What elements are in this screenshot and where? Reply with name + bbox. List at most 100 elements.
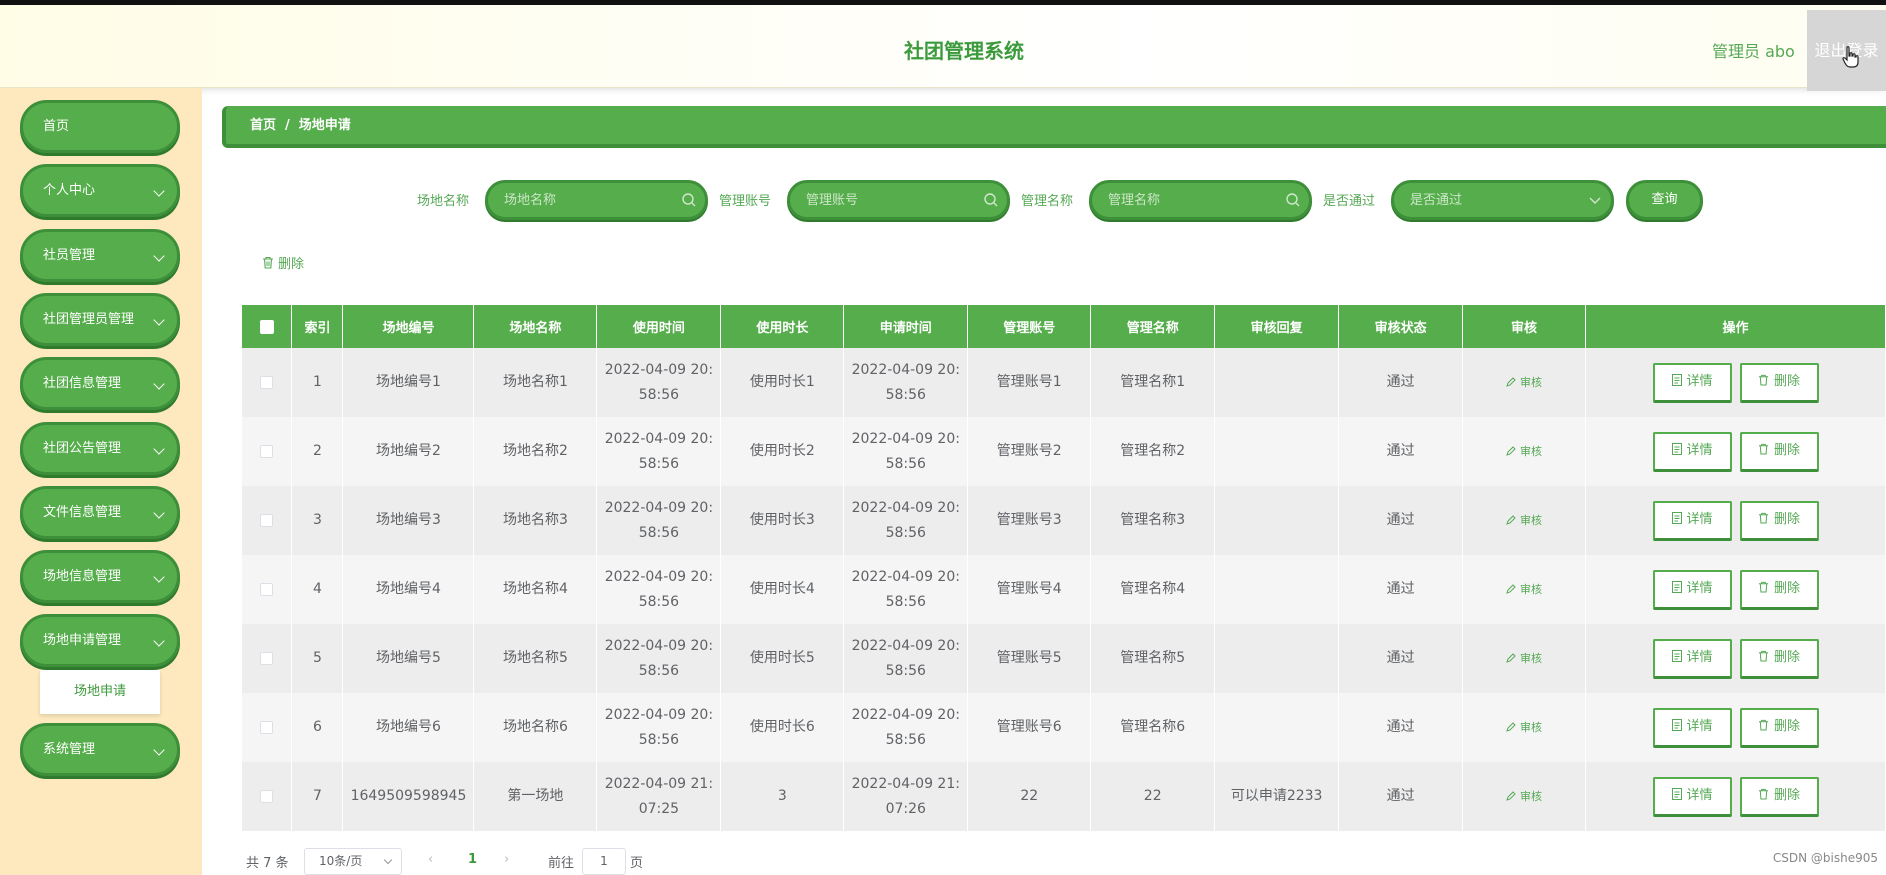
cell-venue-no: 1649509598945 — [342, 762, 475, 831]
next-page-icon[interactable]: › — [504, 852, 509, 867]
row-delete-button[interactable]: 删除 — [1739, 776, 1819, 817]
row-checkbox[interactable] — [260, 375, 274, 389]
detail-button[interactable]: 详情 — [1652, 569, 1732, 610]
sidebar-item-member-management[interactable]: 社员管理 — [20, 229, 180, 282]
pagination-total: 共 7 条 — [246, 856, 289, 871]
row-checkbox[interactable] — [260, 789, 274, 803]
cell-venue-name: 第一场地 — [473, 762, 598, 831]
detail-label: 详情 — [1686, 649, 1713, 665]
sidebar-item-label: 个人中心 — [43, 183, 96, 198]
detail-label: 详情 — [1686, 718, 1713, 734]
manager-name-input[interactable] — [1092, 183, 1309, 217]
audit-link[interactable]: 审核 — [1506, 376, 1542, 389]
table-row[interactable]: 4 场地编号4 场地名称4 2022-04-09 20: 58:56 使用时长4 2022-… — [242, 555, 1886, 624]
venue-name-input[interactable] — [488, 183, 705, 217]
sidebar-item-home[interactable]: 首页 — [20, 100, 180, 153]
query-button[interactable]: 查询 — [1626, 180, 1703, 220]
column-header: 管理名称 — [1090, 305, 1216, 348]
sidebar: 首页 个人中心 社员管理 社团管理员管理 社团信息管理 社团公告管理 文件信息管… — [0, 88, 202, 875]
sidebar-item-file-info-management[interactable]: 文件信息管理 — [20, 486, 180, 539]
row-delete-label: 删除 — [1774, 649, 1801, 665]
row-delete-button[interactable]: 删除 — [1739, 638, 1819, 679]
row-checkbox[interactable] — [260, 582, 274, 596]
column-header: 场地编号 — [342, 305, 475, 348]
table-row[interactable]: 2 场地编号2 场地名称2 2022-04-09 20: 58:56 使用时长2 2022-… — [242, 417, 1886, 486]
audit-link[interactable]: 审核 — [1506, 514, 1542, 527]
cell-use-time: 2022-04-09 20: 58:56 — [596, 624, 722, 693]
detail-button[interactable]: 详情 — [1652, 707, 1732, 748]
batch-delete-button[interactable]: 删除 — [262, 253, 304, 272]
use-time-date: 2022-04-09 20: — [604, 706, 714, 723]
detail-button[interactable]: 详情 — [1652, 776, 1732, 817]
detail-button[interactable]: 详情 — [1652, 638, 1732, 679]
prev-page-icon[interactable]: ‹ — [428, 852, 433, 867]
detail-button[interactable]: 详情 — [1652, 500, 1732, 541]
is-passed-select-input[interactable] — [1394, 183, 1611, 217]
cell-duration: 使用时长6 — [720, 693, 845, 762]
document-icon — [1671, 373, 1682, 386]
audit-link[interactable]: 审核 — [1506, 445, 1542, 458]
cell-audit: 审核 — [1462, 762, 1587, 831]
row-select-cell — [242, 486, 293, 555]
row-delete-button[interactable]: 删除 — [1739, 569, 1819, 610]
table-row[interactable]: 5 场地编号5 场地名称5 2022-04-09 20: 58:56 使用时长5 2022-… — [242, 624, 1886, 693]
table-row[interactable]: 6 场地编号6 场地名称6 2022-04-09 20: 58:56 使用时长6 2022-… — [242, 693, 1886, 762]
detail-button[interactable]: 详情 — [1652, 362, 1732, 403]
goto-page-input[interactable]: 1 — [582, 848, 626, 875]
edit-icon — [1506, 653, 1516, 663]
data-table: 索引 场地编号 场地名称 使用时间 使用时长 申请时间 管理账号 管理名称 审核… — [242, 305, 1886, 831]
sidebar-item-club-admin-management[interactable]: 社团管理员管理 — [20, 293, 180, 346]
row-checkbox[interactable] — [260, 720, 274, 734]
row-checkbox[interactable] — [260, 651, 274, 665]
manager-name-label: 管理名称 — [1021, 194, 1074, 209]
row-checkbox[interactable] — [260, 444, 274, 458]
row-delete-button[interactable]: 删除 — [1739, 707, 1819, 748]
chevron-down-icon — [153, 185, 165, 197]
row-delete-button[interactable]: 删除 — [1739, 431, 1819, 472]
cell-index: 4 — [291, 555, 344, 624]
page-number-current[interactable]: 1 — [468, 852, 477, 867]
audit-link[interactable]: 审核 — [1506, 790, 1542, 803]
sidebar-item-club-notice-management[interactable]: 社团公告管理 — [20, 422, 180, 475]
table-row[interactable]: 7 1649509598945 第一场地 2022-04-09 21: 07:25 3 20… — [242, 762, 1886, 831]
column-header: 操作 — [1585, 305, 1886, 348]
sidebar-item-venue-info-management[interactable]: 场地信息管理 — [20, 550, 180, 603]
row-checkbox[interactable] — [260, 513, 274, 527]
sidebar-subitem-venue-application[interactable]: 场地申请 — [40, 670, 160, 714]
sidebar-item-label: 社团管理员管理 — [43, 312, 135, 327]
app-header: 社团管理系统 管理员 abo 退出登录 — [0, 0, 1886, 91]
use-time-date: 2022-04-09 20: — [604, 637, 714, 654]
apply-time-date: 2022-04-09 20: — [851, 637, 960, 654]
detail-button[interactable]: 详情 — [1652, 431, 1732, 472]
table-row[interactable]: 1 场地编号1 场地名称1 2022-04-09 20: 58:56 使用时长1 2022-… — [242, 348, 1886, 417]
table-row[interactable]: 3 场地编号3 场地名称3 2022-04-09 20: 58:56 使用时长3 2022-… — [242, 486, 1886, 555]
cell-manager: 管理名称6 — [1090, 693, 1216, 762]
page-size-select[interactable]: 10条/页 — [304, 848, 402, 875]
select-all-checkbox[interactable] — [259, 319, 274, 334]
sidebar-item-venue-application-management[interactable]: 场地申请管理 — [20, 614, 180, 667]
row-delete-button[interactable]: 删除 — [1739, 500, 1819, 541]
breadcrumb-home[interactable]: 首页 — [250, 118, 276, 133]
sidebar-item-label: 系统管理 — [43, 742, 96, 757]
cell-reply — [1214, 624, 1340, 693]
is-passed-select[interactable] — [1391, 180, 1614, 220]
cell-reply — [1214, 486, 1340, 555]
is-passed-label: 是否通过 — [1323, 194, 1376, 209]
audit-link[interactable]: 审核 — [1506, 652, 1542, 665]
cell-reply — [1214, 348, 1340, 417]
apply-time-clock: 58:56 — [885, 731, 926, 748]
admin-user-label: 管理员 abo — [1712, 42, 1795, 61]
sidebar-item-personal-center[interactable]: 个人中心 — [20, 164, 180, 217]
admin-account-input[interactable] — [790, 183, 1007, 217]
use-time-date: 2022-04-09 20: — [604, 361, 714, 378]
use-time-clock: 58:56 — [638, 662, 680, 679]
cell-reply: 可以申请2233 — [1214, 762, 1340, 831]
sidebar-item-system-management[interactable]: 系统管理 — [20, 723, 180, 776]
audit-link[interactable]: 审核 — [1506, 721, 1542, 734]
audit-link[interactable]: 审核 — [1506, 583, 1542, 596]
cell-manager: 管理名称2 — [1090, 417, 1216, 486]
row-delete-button[interactable]: 删除 — [1739, 362, 1819, 403]
sidebar-item-club-info-management[interactable]: 社团信息管理 — [20, 357, 180, 410]
use-time-clock: 58:56 — [638, 524, 680, 541]
document-icon — [1671, 580, 1682, 593]
